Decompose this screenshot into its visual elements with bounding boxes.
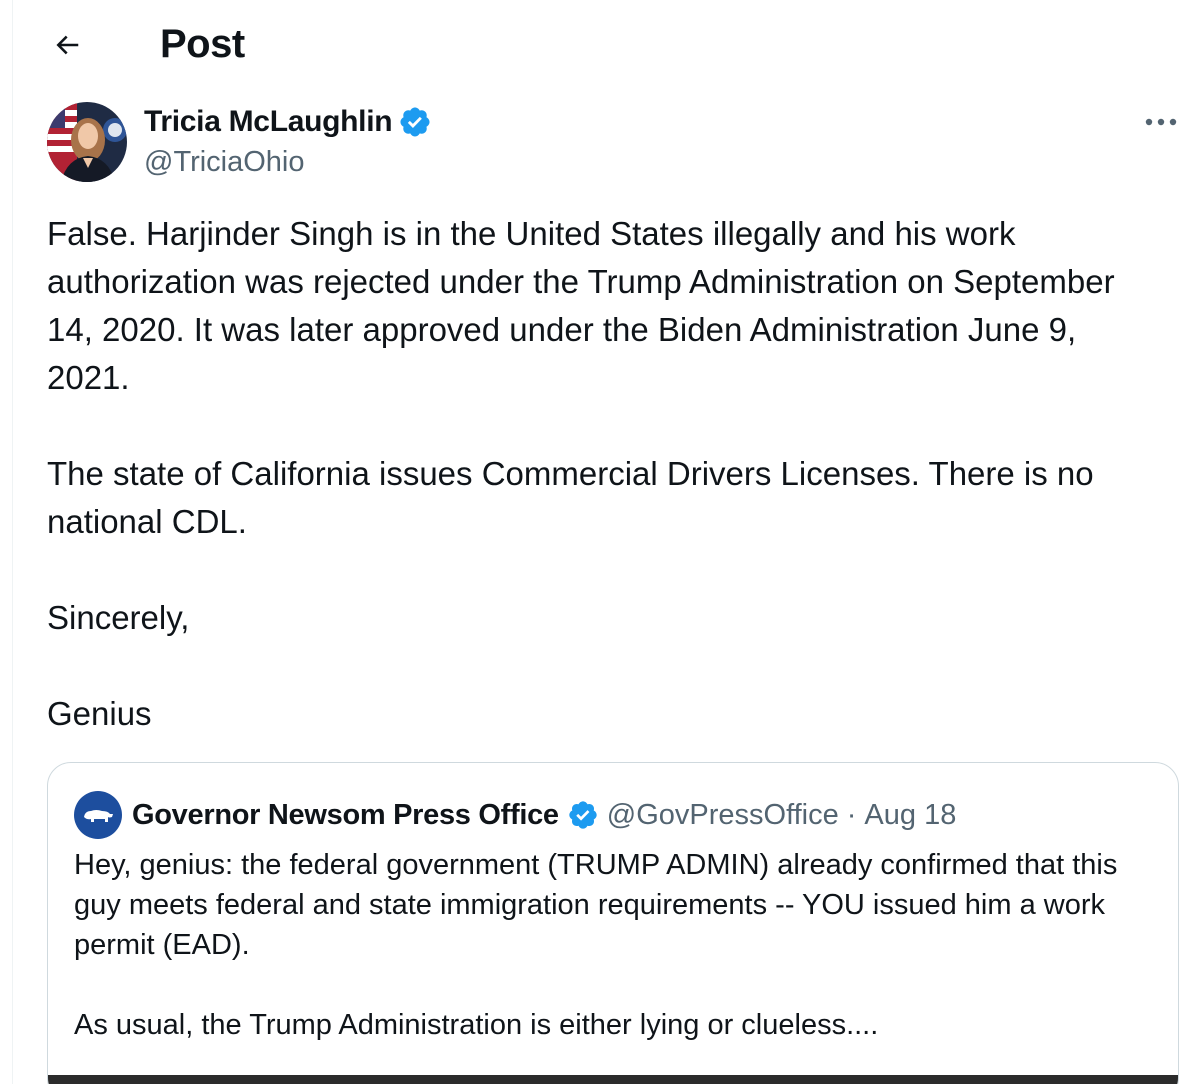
quoted-post-text: Hey, genius: the federal government (TRU… (74, 845, 1154, 1045)
post-paragraph: The state of California issues Commercia… (47, 455, 1094, 540)
quoted-post-header: Governor Newsom Press Office @GovPressOf… (74, 791, 956, 839)
post-paragraph: Genius (47, 695, 152, 732)
quoted-author-handle: @GovPressOffice (606, 798, 839, 831)
post-paragraph: False. Harjinder Singh is in the United … (47, 215, 1115, 396)
post-text: False. Harjinder Singh is in the United … (47, 210, 1167, 738)
arrow-left-icon (56, 35, 79, 55)
quoted-post[interactable]: Governor Newsom Press Office @GovPressOf… (47, 762, 1179, 1084)
author-handle[interactable]: @TriciaOhio (144, 143, 305, 181)
quoted-author-name: Governor Newsom Press Office (132, 798, 559, 831)
author-name-row: Tricia McLaughlin (144, 102, 432, 142)
verified-badge-icon (569, 801, 597, 829)
back-button[interactable] (44, 22, 90, 68)
quoted-paragraph: As usual, the Trump Administration is ei… (74, 1009, 879, 1041)
separator-dot: · (846, 798, 857, 831)
quoted-author-avatar (74, 791, 122, 839)
page-header: Post (0, 0, 1204, 90)
verified-badge-icon (400, 107, 430, 137)
bear-logo-icon (84, 810, 113, 822)
page-title: Post (160, 22, 245, 66)
column-border (12, 0, 13, 1084)
quoted-post-media[interactable] (48, 1075, 1178, 1084)
author-avatar[interactable] (47, 102, 127, 182)
post-paragraph: Sincerely, (47, 599, 190, 636)
quoted-paragraph: Hey, genius: the federal government (TRU… (74, 849, 1118, 961)
more-horizontal-icon (1145, 118, 1177, 126)
quoted-post-date: Aug 18 (864, 798, 957, 831)
more-options-button[interactable] (1138, 104, 1184, 140)
author-name[interactable]: Tricia McLaughlin (144, 102, 393, 142)
